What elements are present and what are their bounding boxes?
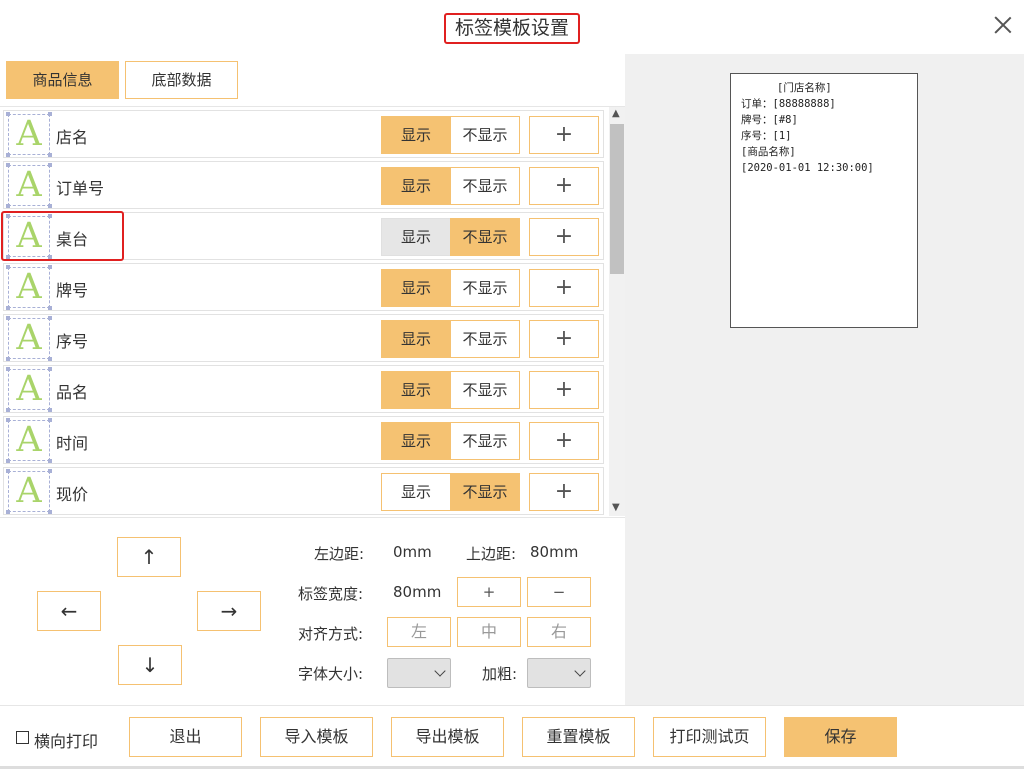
- add-button[interactable]: +: [529, 269, 599, 307]
- hide-button[interactable]: 不显示: [450, 269, 520, 307]
- move-left-button[interactable]: ←: [37, 591, 101, 631]
- label-preview: [门店名称] 订单：[88888888] 牌号：[#8] 序号：[1] [商品名…: [730, 73, 918, 328]
- preview-line: 订单：[88888888]: [741, 98, 836, 110]
- landscape-label: 横向打印: [34, 732, 99, 751]
- top-margin-label: 上边距:: [466, 545, 517, 563]
- window-title: 标签模板设置: [444, 13, 580, 44]
- preview-line: [2020-01-01 12:30:00]: [741, 162, 874, 174]
- show-button[interactable]: 显示: [381, 320, 451, 358]
- export-template-button[interactable]: 导出模板: [391, 717, 504, 757]
- hide-button[interactable]: 不显示: [450, 473, 520, 511]
- preview-line: [门店名称]: [777, 82, 832, 94]
- text-field-icon: A: [6, 163, 52, 208]
- import-template-button[interactable]: 导入模板: [260, 717, 373, 757]
- show-button[interactable]: 显示: [381, 371, 451, 409]
- show-button[interactable]: 显示: [381, 116, 451, 154]
- show-button[interactable]: 显示: [381, 218, 451, 256]
- field-row-current-price: A 现价 显示 不显示 +: [3, 467, 604, 515]
- add-button[interactable]: +: [529, 320, 599, 358]
- field-list: A 店名 显示 不显示 + A 订单号 显示 不显示 + A 桌台 显示 不显示…: [0, 106, 625, 518]
- field-label: 牌号: [56, 281, 89, 300]
- align-left-button[interactable]: 左: [387, 617, 451, 647]
- add-button[interactable]: +: [529, 167, 599, 205]
- font-size-label: 字体大小:: [298, 665, 364, 683]
- field-row-order-no: A 订单号 显示 不显示 +: [3, 161, 604, 209]
- field-label: 时间: [56, 434, 89, 453]
- left-margin-value: 0mm: [393, 543, 432, 561]
- close-icon[interactable]: [990, 14, 1016, 40]
- hide-button[interactable]: 不显示: [450, 167, 520, 205]
- label-width-label: 标签宽度:: [298, 585, 364, 603]
- save-button[interactable]: 保存: [784, 717, 897, 757]
- tab-product-info[interactable]: 商品信息: [6, 61, 119, 99]
- move-down-button[interactable]: ↓: [118, 645, 182, 685]
- add-button[interactable]: +: [529, 422, 599, 460]
- text-field-icon: A: [6, 367, 52, 412]
- field-label: 现价: [56, 485, 89, 504]
- align-center-button[interactable]: 中: [457, 617, 521, 647]
- scroll-down-icon[interactable]: ▼: [612, 502, 620, 513]
- add-button[interactable]: +: [529, 473, 599, 511]
- align-right-button[interactable]: 右: [527, 617, 591, 647]
- landscape-checkbox[interactable]: [16, 731, 29, 744]
- field-label: 店名: [56, 128, 89, 147]
- show-button[interactable]: 显示: [381, 422, 451, 460]
- hide-button[interactable]: 不显示: [450, 320, 520, 358]
- field-row-time: A 时间 显示 不显示 +: [3, 416, 604, 464]
- chevron-down-icon: [434, 665, 446, 677]
- show-button[interactable]: 显示: [381, 167, 451, 205]
- scroll-up-icon[interactable]: ▲: [612, 108, 620, 119]
- reset-template-button[interactable]: 重置模板: [522, 717, 635, 757]
- width-decrease-button[interactable]: −: [527, 577, 591, 607]
- scrollbar-thumb[interactable]: [610, 124, 624, 274]
- hide-button[interactable]: 不显示: [450, 218, 520, 256]
- label-width-value: 80mm: [393, 583, 442, 601]
- text-field-icon: A: [6, 418, 52, 463]
- show-button[interactable]: 显示: [381, 269, 451, 307]
- add-button[interactable]: +: [529, 371, 599, 409]
- tab-bottom-data[interactable]: 底部数据: [125, 61, 238, 99]
- hide-button[interactable]: 不显示: [450, 422, 520, 460]
- field-row-serial: A 序号 显示 不显示 +: [3, 314, 604, 362]
- preview-line: 序号：[1]: [741, 130, 792, 142]
- preview-line: 牌号：[#8]: [741, 114, 798, 126]
- field-label: 序号: [56, 332, 89, 351]
- field-row-tag-no: A 牌号 显示 不显示 +: [3, 263, 604, 311]
- text-field-icon: A: [6, 112, 52, 157]
- left-margin-label: 左边距:: [314, 545, 365, 563]
- add-button[interactable]: +: [529, 116, 599, 154]
- show-button[interactable]: 显示: [381, 473, 451, 511]
- title-bar: 标签模板设置: [0, 0, 1024, 54]
- preview-line: [商品名称]: [741, 146, 796, 158]
- text-field-icon: A: [6, 265, 52, 310]
- field-row-store-name: A 店名 显示 不显示 +: [3, 110, 604, 158]
- field-label: 订单号: [56, 179, 105, 198]
- bold-label: 加粗:: [482, 665, 518, 683]
- width-increase-button[interactable]: +: [457, 577, 521, 607]
- move-right-button[interactable]: →: [197, 591, 261, 631]
- text-field-icon: A: [6, 469, 52, 514]
- field-label: 品名: [56, 383, 89, 402]
- move-up-button[interactable]: ↑: [117, 537, 181, 577]
- font-size-select[interactable]: [387, 658, 451, 688]
- add-button[interactable]: +: [529, 218, 599, 256]
- hide-button[interactable]: 不显示: [450, 116, 520, 154]
- chevron-down-icon: [574, 665, 586, 677]
- bold-select[interactable]: [527, 658, 591, 688]
- text-field-icon: A: [6, 316, 52, 361]
- field-row-product-name: A 品名 显示 不显示 +: [3, 365, 604, 413]
- hide-button[interactable]: 不显示: [450, 371, 520, 409]
- print-test-page-button[interactable]: 打印测试页: [653, 717, 766, 757]
- align-label: 对齐方式:: [298, 625, 364, 643]
- top-margin-value: 80mm: [530, 543, 579, 561]
- exit-button[interactable]: 退出: [129, 717, 242, 757]
- selected-field-highlight: [1, 211, 124, 261]
